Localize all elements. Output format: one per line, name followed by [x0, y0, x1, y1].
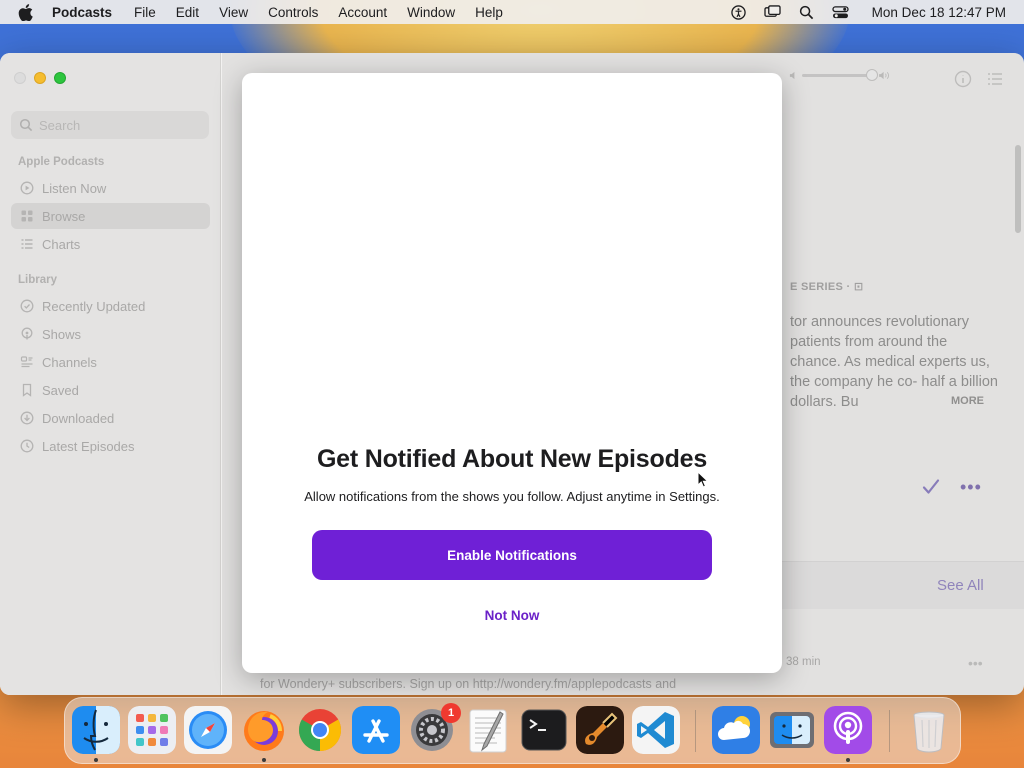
spotlight-search-icon[interactable]: [798, 4, 816, 20]
notification-badge: 1: [441, 703, 461, 723]
menu-help[interactable]: Help: [475, 5, 503, 20]
sidebar-item-label: Listen Now: [42, 180, 107, 196]
enable-notifications-button[interactable]: Enable Notifications: [312, 530, 712, 580]
play-circle-icon: [20, 181, 34, 195]
garageband-icon[interactable]: [576, 706, 624, 754]
not-now-button[interactable]: Not Now: [437, 601, 587, 629]
search-icon: [19, 118, 33, 132]
close-window-button[interactable]: [14, 72, 26, 84]
notifications-modal: Get Notified About New Episodes Allow no…: [242, 73, 782, 673]
window-controls: [14, 72, 66, 84]
firefox-icon[interactable]: [240, 706, 288, 754]
list-icon: [20, 237, 34, 251]
menu-edit[interactable]: Edit: [176, 5, 199, 20]
sidebar-item-charts[interactable]: Charts: [11, 231, 210, 257]
running-indicator: [262, 758, 266, 762]
running-indicator: [94, 758, 98, 762]
textedit-icon[interactable]: [464, 706, 512, 754]
terminal-icon[interactable]: [520, 706, 568, 754]
chrome-icon[interactable]: [296, 706, 344, 754]
dock: 1: [64, 697, 961, 764]
sidebar-item-label: Downloaded: [42, 410, 115, 426]
modal-heading: Get Notified About New Episodes: [316, 445, 708, 473]
podcast-icon: [20, 327, 34, 341]
mouse-cursor-icon: [697, 471, 709, 488]
running-indicator: [846, 758, 850, 762]
sidebar-item-shows[interactable]: Shows: [11, 321, 210, 347]
grid-icon: [20, 209, 34, 223]
latest-icon: [20, 439, 34, 453]
sidebar-item-label: Browse: [42, 208, 86, 224]
safari-icon[interactable]: [184, 706, 232, 754]
sidebar-item-latest-episodes[interactable]: Latest Episodes: [11, 433, 210, 459]
search-input[interactable]: [39, 117, 199, 133]
sidebar-item-label: Latest Episodes: [42, 438, 135, 454]
vscode-icon[interactable]: [632, 706, 680, 754]
app-store-icon[interactable]: [352, 706, 400, 754]
sidebar-item-label: Charts: [42, 236, 81, 252]
modal-subtext: Allow notifications from the shows you f…: [304, 489, 720, 504]
menu-window[interactable]: Window: [407, 5, 455, 20]
menu-bar: Podcasts File Edit View Controls Account…: [0, 0, 1024, 24]
download-icon: [20, 411, 34, 425]
sidebar: Apple Podcasts Listen Now Browse Charts …: [0, 53, 221, 695]
menu-controls[interactable]: Controls: [268, 5, 318, 20]
section-apple-podcasts: Apple Podcasts: [18, 156, 105, 168]
dock-separator: [889, 710, 890, 752]
podcasts-app-icon[interactable]: [824, 706, 872, 754]
launchpad-icon[interactable]: [128, 706, 176, 754]
menubar-clock[interactable]: Mon Dec 18 12:47 PM: [872, 5, 1006, 20]
screen-mirroring-icon[interactable]: [764, 4, 782, 20]
dock-separator: [695, 710, 696, 752]
minimize-window-button[interactable]: [34, 72, 46, 84]
sidebar-item-browse[interactable]: Browse: [11, 203, 210, 229]
weather-icon[interactable]: [712, 706, 760, 754]
sidebar-item-label: Recently Updated: [42, 298, 146, 314]
menu-account[interactable]: Account: [338, 5, 387, 20]
sidebar-item-recently-updated[interactable]: Recently Updated: [11, 293, 210, 319]
sidebar-item-channels[interactable]: Channels: [11, 349, 210, 375]
menu-view[interactable]: View: [219, 5, 248, 20]
sidebar-item-label: Saved: [42, 382, 79, 398]
apple-menu-icon[interactable]: [18, 3, 36, 21]
trash-icon[interactable]: [905, 706, 953, 754]
section-library: Library: [18, 274, 57, 286]
menu-app-podcasts[interactable]: Podcasts: [52, 5, 112, 20]
sidebar-item-label: Shows: [42, 326, 82, 342]
sidebar-item-downloaded[interactable]: Downloaded: [11, 405, 210, 431]
search-field[interactable]: [11, 111, 209, 139]
migration-assistant-icon[interactable]: [768, 706, 816, 754]
finder-icon[interactable]: [72, 706, 120, 754]
accessibility-icon[interactable]: [730, 4, 748, 20]
sidebar-item-label: Channels: [42, 354, 97, 370]
bookmark-icon: [20, 383, 34, 397]
sidebar-item-listen-now[interactable]: Listen Now: [11, 175, 210, 201]
menu-file[interactable]: File: [134, 5, 156, 20]
sidebar-item-saved[interactable]: Saved: [11, 377, 210, 403]
control-center-icon[interactable]: [832, 4, 850, 20]
channels-icon: [20, 355, 34, 369]
clock-check-icon: [20, 299, 34, 313]
zoom-window-button[interactable]: [54, 72, 66, 84]
